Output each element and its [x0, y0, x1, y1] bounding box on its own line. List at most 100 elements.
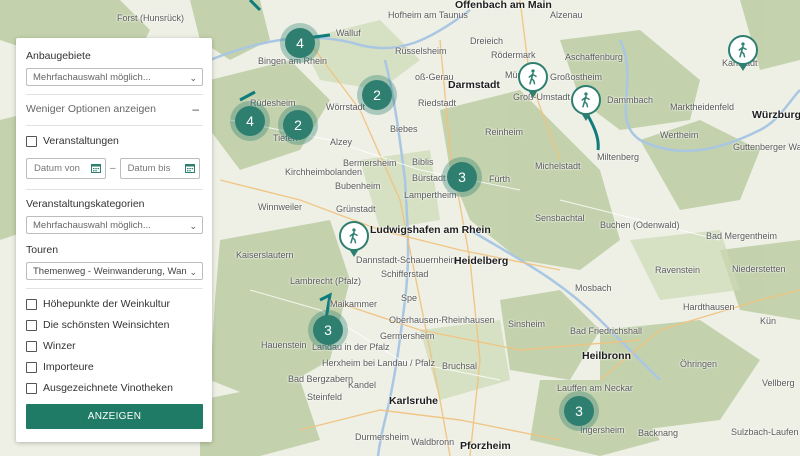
checkbox-item[interactable]: Ausgezeichnete Vinotheken	[26, 381, 203, 395]
kategorien-placeholder: Mehrfachauswahl möglich...	[33, 220, 151, 231]
kategorien-select[interactable]: Mehrfachauswahl möglich... ⌄	[26, 216, 203, 234]
chevron-down-icon: ⌄	[189, 221, 197, 231]
place-label: Grünstadt	[336, 204, 376, 214]
place-label: Darmstadt	[448, 79, 500, 91]
divider	[26, 94, 203, 95]
checkbox-box[interactable]	[26, 298, 37, 310]
place-label: Pforzheim	[460, 440, 511, 452]
checkbox-box[interactable]	[26, 382, 37, 394]
place-label: Dammbach	[607, 95, 654, 105]
checkbox-box[interactable]	[26, 361, 37, 373]
place-label: Kandel	[348, 380, 377, 390]
place-label: Buchen (Odenwald)	[600, 220, 680, 230]
place-label: Durmersheim	[355, 432, 410, 442]
cluster-marker[interactable]: 4	[235, 106, 265, 136]
hiker-icon	[738, 42, 747, 58]
hiker-icon	[528, 69, 537, 85]
place-label: Alzenau	[550, 10, 583, 20]
place-label: Heidelberg	[454, 255, 509, 267]
place-label: Waldbronn	[411, 437, 455, 447]
cluster-marker[interactable]: 3	[313, 315, 343, 345]
checkbox-label: Importeure	[43, 361, 94, 373]
cluster-marker[interactable]: 3	[564, 396, 594, 426]
place-label: Bad Friedrichshall	[570, 326, 643, 336]
place-label: Herxheim bei Landau / Pfalz	[322, 358, 436, 368]
checkbox-box[interactable]	[26, 340, 37, 352]
place-label: Vellberg	[762, 378, 795, 388]
place-label: Öhringen	[680, 359, 718, 369]
cluster-marker[interactable]: 4	[285, 28, 315, 58]
place-label: Riedstadt	[418, 98, 457, 108]
chevron-down-icon: ⌄	[187, 263, 197, 279]
place-label: Wörrstadt	[326, 102, 366, 112]
place-label: Marktheidenfeld	[670, 102, 735, 112]
touren-select[interactable]: Themenweg - Weinwanderung, Wande ⌄	[26, 262, 203, 280]
place-label: Mosbach	[575, 283, 612, 293]
anbaugebiete-select[interactable]: Mehrfachauswahl möglich... ⌄	[26, 68, 203, 86]
tour-pin[interactable]	[339, 221, 369, 257]
place-label: Schifferstad	[381, 269, 429, 279]
place-label: Maikammer	[330, 299, 378, 309]
place-label: Ingersheim	[580, 425, 625, 435]
checkbox-item[interactable]: Die schönsten Weinsichten	[26, 318, 203, 332]
place-label: Bingen am Rhein	[258, 56, 328, 66]
place-label: Winnweiler	[258, 202, 303, 212]
place-label: Bad Bergzabern	[288, 374, 354, 384]
place-label: Niederstetten	[732, 264, 786, 274]
options-toggle[interactable]: Weniger Optionen anzeigen –	[26, 102, 203, 117]
show-button[interactable]: ANZEIGEN	[26, 404, 203, 429]
tour-pin[interactable]	[518, 62, 548, 98]
place-label: Hauenstein	[261, 340, 307, 350]
hiker-icon	[581, 92, 590, 108]
checkbox-item[interactable]: Höhepunkte der Weinkultur	[26, 297, 203, 311]
cluster-marker[interactable]: 2	[362, 80, 392, 110]
checkbox-item[interactable]: Winzer	[26, 339, 203, 353]
place-label: Germersheim	[380, 331, 435, 341]
place-label: Offenbach am Main	[455, 0, 552, 11]
date-to-input[interactable]: Datum bis	[119, 158, 200, 179]
checkbox-label: Winzer	[43, 340, 76, 352]
place-label: Spe	[401, 293, 418, 303]
chevron-down-icon: ⌄	[189, 73, 197, 83]
place-label: Heilbronn	[582, 350, 631, 362]
filter-panel: Anbaugebiete Mehrfachauswahl möglich... …	[16, 38, 212, 442]
calendar-icon	[91, 164, 101, 173]
place-label: Rödermark	[491, 50, 536, 60]
place-label: Hofheim am Taunus	[388, 10, 468, 20]
place-label: Reinheim	[485, 127, 524, 137]
place-label: Rüsselsheim	[395, 46, 447, 56]
place-label: Fürth	[489, 174, 511, 184]
tour-pin[interactable]	[571, 85, 601, 121]
divider	[26, 288, 203, 289]
place-label: Sulzbach-Laufen	[731, 427, 799, 437]
tour-pin[interactable]	[728, 35, 758, 71]
place-label: Biebes	[390, 124, 418, 134]
place-label: Lampertheim	[404, 190, 457, 200]
minus-icon: –	[192, 102, 199, 116]
place-label: Walluf	[336, 28, 361, 38]
place-label: Bad Mergentheim	[706, 231, 778, 241]
place-label: Steinfeld	[307, 392, 343, 402]
date-from-input[interactable]: Datum von	[26, 158, 106, 179]
place-label: Rüdesheim	[250, 98, 296, 108]
checkbox-box[interactable]	[26, 135, 37, 147]
place-label: Kirchheimbolanden	[285, 167, 363, 177]
hiker-icon	[349, 228, 358, 244]
place-label: Backnang	[638, 428, 679, 438]
veranstaltungen-checkbox[interactable]: Veranstaltungen	[26, 134, 203, 148]
place-label: Dannstadt-Schauernheim	[356, 255, 459, 265]
place-label: Sensbachtal	[535, 213, 585, 223]
kategorien-label: Veranstaltungskategorien	[26, 198, 145, 210]
place-label: Ravenstein	[655, 265, 701, 275]
checkbox-item[interactable]: Importeure	[26, 360, 203, 374]
place-label: Miltenberg	[597, 152, 640, 162]
cluster-marker[interactable]: 3	[447, 162, 477, 192]
anbaugebiete-placeholder: Mehrfachauswahl möglich...	[33, 72, 151, 83]
cluster-marker[interactable]: 2	[283, 110, 313, 140]
place-label: Großostheim	[550, 72, 603, 82]
calendar-icon	[184, 164, 195, 173]
place-label: Wertheim	[660, 130, 699, 140]
checkbox-box[interactable]	[26, 319, 37, 331]
options-toggle-label: Weniger Optionen anzeigen	[26, 103, 156, 115]
place-label: Bruchsal	[442, 361, 478, 371]
